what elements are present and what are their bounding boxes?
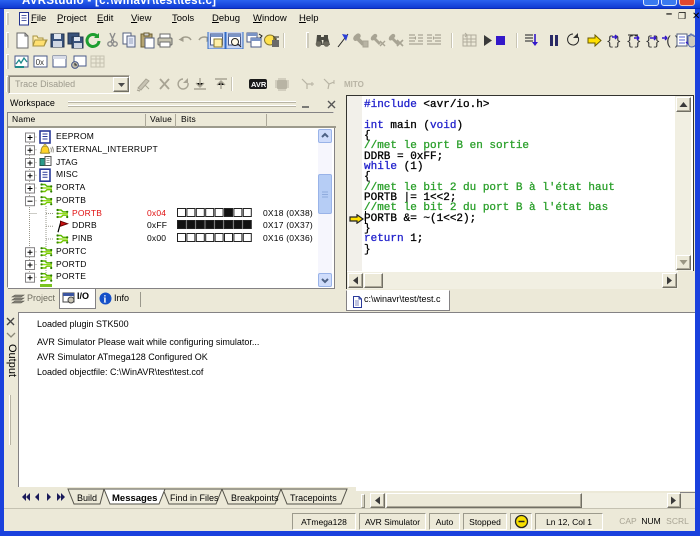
- svg-text:{}: {}: [645, 34, 661, 49]
- svg-text:i: i: [104, 295, 107, 306]
- svg-text:Breakpoints: Breakpoints: [231, 493, 279, 503]
- svg-text:{}: {}: [606, 34, 622, 49]
- svg-text:AVR: AVR: [251, 80, 267, 89]
- svg-text:Find in Files: Find in Files: [170, 493, 219, 503]
- svg-text:Build: Build: [77, 493, 97, 503]
- svg-text:Messages: Messages: [112, 493, 157, 504]
- svg-text:0x: 0x: [36, 58, 44, 67]
- svg-text:{}: {}: [626, 34, 642, 49]
- svg-text:Tracepoints: Tracepoints: [290, 493, 337, 503]
- svg-text:MITO: MITO: [344, 80, 364, 89]
